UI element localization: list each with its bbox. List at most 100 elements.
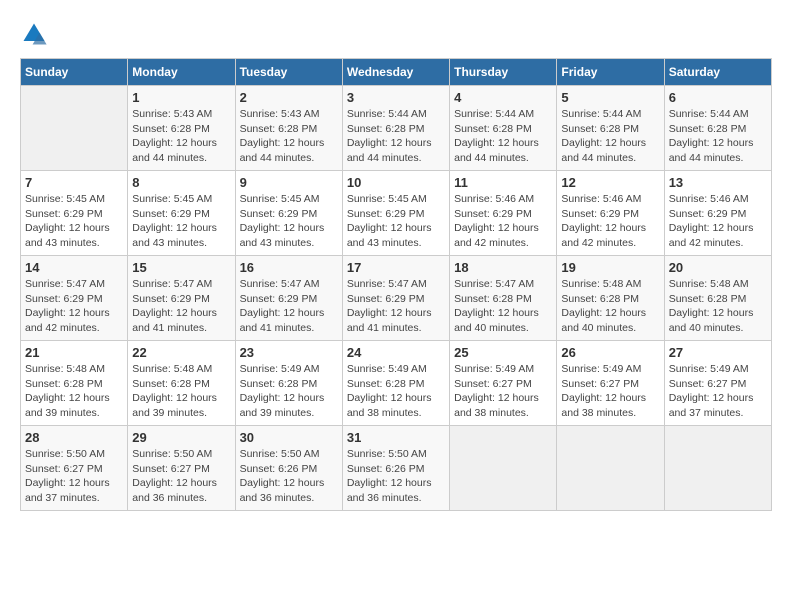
day-number: 14 [25, 260, 123, 275]
day-number: 8 [132, 175, 230, 190]
calendar-cell: 11 Sunrise: 5:46 AM Sunset: 6:29 PM Dayli… [450, 171, 557, 256]
header-monday: Monday [128, 59, 235, 86]
day-number: 5 [561, 90, 659, 105]
day-info: Sunrise: 5:44 AM Sunset: 6:28 PM Dayligh… [669, 107, 767, 166]
day-info: Sunrise: 5:48 AM Sunset: 6:28 PM Dayligh… [669, 277, 767, 336]
day-number: 25 [454, 345, 552, 360]
calendar-cell: 21 Sunrise: 5:48 AM Sunset: 6:28 PM Dayli… [21, 341, 128, 426]
day-number: 17 [347, 260, 445, 275]
day-info: Sunrise: 5:47 AM Sunset: 6:29 PM Dayligh… [132, 277, 230, 336]
page-header [20, 20, 772, 48]
day-number: 18 [454, 260, 552, 275]
day-info: Sunrise: 5:45 AM Sunset: 6:29 PM Dayligh… [347, 192, 445, 251]
day-number: 9 [240, 175, 338, 190]
calendar-cell: 26 Sunrise: 5:49 AM Sunset: 6:27 PM Dayli… [557, 341, 664, 426]
calendar-cell: 14 Sunrise: 5:47 AM Sunset: 6:29 PM Dayli… [21, 256, 128, 341]
calendar-cell: 2 Sunrise: 5:43 AM Sunset: 6:28 PM Daylig… [235, 86, 342, 171]
calendar-cell: 31 Sunrise: 5:50 AM Sunset: 6:26 PM Dayli… [342, 426, 449, 511]
calendar-cell: 4 Sunrise: 5:44 AM Sunset: 6:28 PM Daylig… [450, 86, 557, 171]
calendar-cell: 15 Sunrise: 5:47 AM Sunset: 6:29 PM Dayli… [128, 256, 235, 341]
day-number: 10 [347, 175, 445, 190]
day-info: Sunrise: 5:46 AM Sunset: 6:29 PM Dayligh… [561, 192, 659, 251]
calendar-cell: 23 Sunrise: 5:49 AM Sunset: 6:28 PM Dayli… [235, 341, 342, 426]
calendar-cell: 10 Sunrise: 5:45 AM Sunset: 6:29 PM Dayli… [342, 171, 449, 256]
day-number: 11 [454, 175, 552, 190]
day-number: 15 [132, 260, 230, 275]
day-info: Sunrise: 5:50 AM Sunset: 6:27 PM Dayligh… [132, 447, 230, 506]
day-info: Sunrise: 5:45 AM Sunset: 6:29 PM Dayligh… [132, 192, 230, 251]
day-info: Sunrise: 5:44 AM Sunset: 6:28 PM Dayligh… [561, 107, 659, 166]
day-number: 7 [25, 175, 123, 190]
day-info: Sunrise: 5:48 AM Sunset: 6:28 PM Dayligh… [25, 362, 123, 421]
day-number: 21 [25, 345, 123, 360]
day-info: Sunrise: 5:46 AM Sunset: 6:29 PM Dayligh… [454, 192, 552, 251]
calendar-cell [557, 426, 664, 511]
day-info: Sunrise: 5:44 AM Sunset: 6:28 PM Dayligh… [454, 107, 552, 166]
day-number: 3 [347, 90, 445, 105]
day-info: Sunrise: 5:47 AM Sunset: 6:29 PM Dayligh… [240, 277, 338, 336]
day-info: Sunrise: 5:50 AM Sunset: 6:27 PM Dayligh… [25, 447, 123, 506]
calendar-cell: 1Sunrise: 5:43 AM Sunset: 6:28 PM Daylig… [128, 86, 235, 171]
day-info: Sunrise: 5:49 AM Sunset: 6:28 PM Dayligh… [347, 362, 445, 421]
day-info: Sunrise: 5:49 AM Sunset: 6:27 PM Dayligh… [454, 362, 552, 421]
header-tuesday: Tuesday [235, 59, 342, 86]
calendar-cell: 18 Sunrise: 5:47 AM Sunset: 6:28 PM Dayli… [450, 256, 557, 341]
calendar-cell: 22Sunrise: 5:48 AM Sunset: 6:28 PM Dayli… [128, 341, 235, 426]
day-number: 4 [454, 90, 552, 105]
day-number: 2 [240, 90, 338, 105]
day-info: Sunrise: 5:49 AM Sunset: 6:27 PM Dayligh… [669, 362, 767, 421]
day-info: Sunrise: 5:49 AM Sunset: 6:28 PM Dayligh… [240, 362, 338, 421]
day-info: Sunrise: 5:46 AM Sunset: 6:29 PM Dayligh… [669, 192, 767, 251]
calendar-cell: 13 Sunrise: 5:46 AM Sunset: 6:29 PM Dayli… [664, 171, 771, 256]
calendar-cell: 25 Sunrise: 5:49 AM Sunset: 6:27 PM Dayli… [450, 341, 557, 426]
calendar-cell: 5 Sunrise: 5:44 AM Sunset: 6:28 PM Daylig… [557, 86, 664, 171]
day-number: 26 [561, 345, 659, 360]
day-number: 23 [240, 345, 338, 360]
day-info: Sunrise: 5:48 AM Sunset: 6:28 PM Dayligh… [132, 362, 230, 421]
calendar-cell: 28 Sunrise: 5:50 AM Sunset: 6:27 PM Dayli… [21, 426, 128, 511]
day-info: Sunrise: 5:50 AM Sunset: 6:26 PM Dayligh… [240, 447, 338, 506]
day-info: Sunrise: 5:44 AM Sunset: 6:28 PM Dayligh… [347, 107, 445, 166]
calendar-cell: 27Sunrise: 5:49 AM Sunset: 6:27 PM Dayli… [664, 341, 771, 426]
day-number: 24 [347, 345, 445, 360]
calendar-cell: 8 Sunrise: 5:45 AM Sunset: 6:29 PM Daylig… [128, 171, 235, 256]
calendar-cell: 12 Sunrise: 5:46 AM Sunset: 6:29 PM Dayli… [557, 171, 664, 256]
calendar-cell: 9Sunrise: 5:45 AM Sunset: 6:29 PM Daylig… [235, 171, 342, 256]
day-info: Sunrise: 5:48 AM Sunset: 6:28 PM Dayligh… [561, 277, 659, 336]
calendar-header-row: SundayMondayTuesdayWednesdayThursdayFrid… [21, 59, 772, 86]
day-number: 6 [669, 90, 767, 105]
day-info: Sunrise: 5:43 AM Sunset: 6:28 PM Dayligh… [240, 107, 338, 166]
calendar-table: SundayMondayTuesdayWednesdayThursdayFrid… [20, 58, 772, 511]
calendar-cell: 16 Sunrise: 5:47 AM Sunset: 6:29 PM Dayli… [235, 256, 342, 341]
day-number: 1 [132, 90, 230, 105]
header-thursday: Thursday [450, 59, 557, 86]
calendar-cell [450, 426, 557, 511]
calendar-cell: 7Sunrise: 5:45 AM Sunset: 6:29 PM Daylig… [21, 171, 128, 256]
header-wednesday: Wednesday [342, 59, 449, 86]
day-number: 31 [347, 430, 445, 445]
header-sunday: Sunday [21, 59, 128, 86]
day-number: 12 [561, 175, 659, 190]
calendar-week-row: 28 Sunrise: 5:50 AM Sunset: 6:27 PM Dayli… [21, 426, 772, 511]
calendar-cell: 19Sunrise: 5:48 AM Sunset: 6:28 PM Dayli… [557, 256, 664, 341]
day-number: 13 [669, 175, 767, 190]
day-number: 28 [25, 430, 123, 445]
calendar-cell: 6 Sunrise: 5:44 AM Sunset: 6:28 PM Daylig… [664, 86, 771, 171]
logo [20, 20, 50, 48]
header-friday: Friday [557, 59, 664, 86]
calendar-cell: 30Sunrise: 5:50 AM Sunset: 6:26 PM Dayli… [235, 426, 342, 511]
calendar-cell: 20Sunrise: 5:48 AM Sunset: 6:28 PM Dayli… [664, 256, 771, 341]
calendar-cell [664, 426, 771, 511]
calendar-cell [21, 86, 128, 171]
day-info: Sunrise: 5:50 AM Sunset: 6:26 PM Dayligh… [347, 447, 445, 506]
header-saturday: Saturday [664, 59, 771, 86]
calendar-week-row: 14 Sunrise: 5:47 AM Sunset: 6:29 PM Dayli… [21, 256, 772, 341]
calendar-week-row: 7 Sunrise: 5:45 AM Sunset: 6:29 PM Daylig… [21, 171, 772, 256]
day-info: Sunrise: 5:47 AM Sunset: 6:29 PM Dayligh… [347, 277, 445, 336]
day-info: Sunrise: 5:49 AM Sunset: 6:27 PM Dayligh… [561, 362, 659, 421]
day-info: Sunrise: 5:47 AM Sunset: 6:29 PM Dayligh… [25, 277, 123, 336]
day-number: 29 [132, 430, 230, 445]
calendar-week-row: 21 Sunrise: 5:48 AM Sunset: 6:28 PM Dayli… [21, 341, 772, 426]
day-number: 16 [240, 260, 338, 275]
day-info: Sunrise: 5:47 AM Sunset: 6:28 PM Dayligh… [454, 277, 552, 336]
